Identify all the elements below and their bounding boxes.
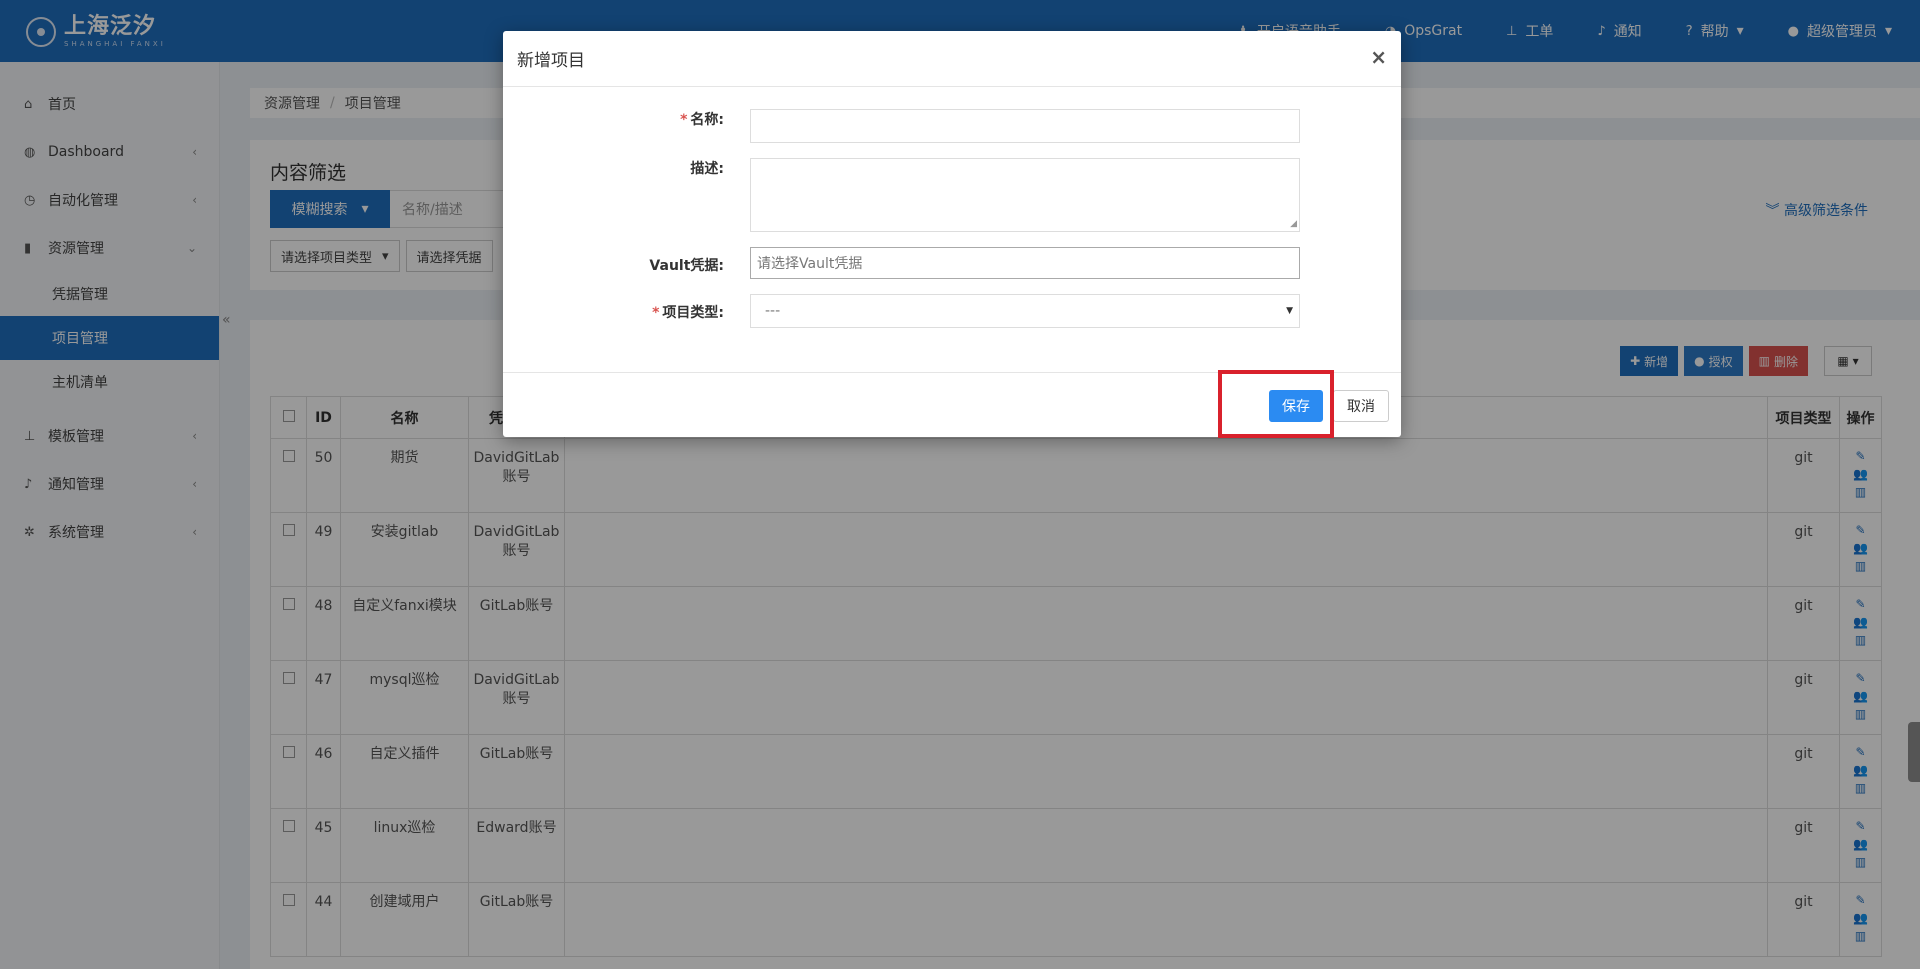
modal-header: 新增项目 ×: [503, 31, 1401, 87]
project-type-value: ---: [765, 303, 781, 319]
name-input[interactable]: [750, 109, 1300, 143]
required-mark: *: [652, 305, 660, 321]
project-type-label-text: 项目类型:: [662, 305, 724, 321]
vault-credential-input[interactable]: 请选择Vault凭据: [750, 247, 1300, 279]
side-scroll-handle[interactable]: [1908, 722, 1920, 782]
name-label-text: 名称:: [690, 112, 724, 128]
name-label: * 名称:: [680, 109, 724, 129]
description-textarea[interactable]: ◢: [750, 158, 1300, 232]
resize-handle-icon[interactable]: ◢: [1290, 219, 1297, 229]
cancel-button[interactable]: 取消: [1333, 390, 1389, 422]
save-highlight-box: [1218, 370, 1334, 438]
description-label: 描述:: [690, 161, 724, 177]
project-type-select[interactable]: --- ▼: [750, 294, 1300, 328]
vault-label: Vault凭据:: [649, 258, 724, 274]
caret-down-icon: ▼: [1286, 306, 1293, 316]
required-mark: *: [680, 112, 688, 128]
close-icon[interactable]: ×: [1370, 45, 1387, 69]
project-type-label: * 项目类型:: [652, 302, 724, 322]
modal-title: 新增项目: [517, 51, 585, 71]
